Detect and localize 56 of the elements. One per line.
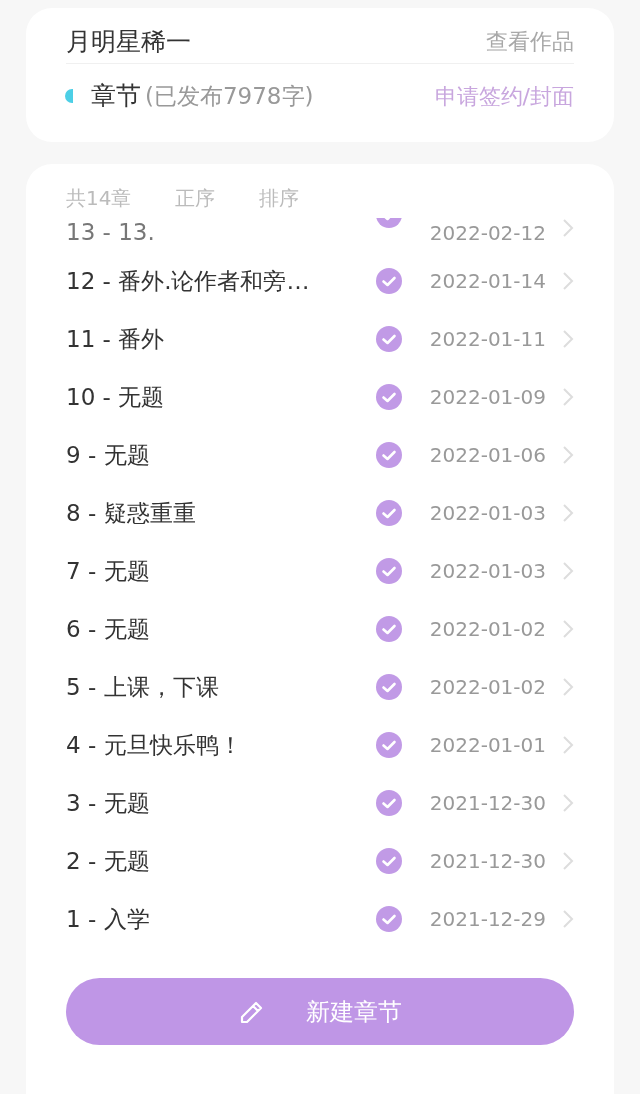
chevron-icon (562, 387, 574, 407)
chevron-icon (562, 561, 574, 581)
chapter-row[interactable]: 12 - 番外.论作者和旁… 2022-01-14 (66, 252, 574, 310)
author-name: 月明星稀一 (66, 25, 191, 58)
chapter-title: 5 - 上课，下课 (66, 672, 220, 702)
section-marker-icon (65, 89, 73, 103)
chapter-title: 10 - 无题 (66, 382, 166, 412)
chapter-row[interactable]: 8 - 疑惑重重 2022-01-03 (66, 484, 574, 542)
chapter-title: 6 - 无题 (66, 614, 151, 644)
chapter-date: 2022-02-12 (429, 220, 546, 247)
chapter-row[interactable]: 7 - 无题 2022-01-03 (66, 542, 574, 600)
chapter-date: 2022-01-03 (429, 558, 546, 585)
chevron-icon (562, 271, 574, 291)
chapter-title: 7 - 无题 (66, 556, 151, 586)
chapter-title: 11 - 番外 (66, 324, 166, 354)
chapter-row[interactable]: 13 - 13. 2022-02-12 (66, 218, 574, 252)
chapter-title: 2 - 无题 (66, 846, 151, 876)
chapter-title: 4 - 元旦快乐鸭！ (66, 730, 243, 760)
chapter-date: 2022-01-02 (429, 674, 546, 701)
chevron-icon (562, 619, 574, 639)
chapter-title: 8 - 疑惑重重 (66, 498, 197, 528)
chapter-title: 13 - 13. (66, 218, 156, 247)
chapter-date: 2022-01-09 (429, 384, 546, 411)
chevron-icon (562, 909, 574, 929)
chapter-title: 3 - 无题 (66, 788, 151, 818)
chapter-row[interactable]: 2 - 无题 2021-12-30 (66, 832, 574, 890)
chevron-icon (562, 851, 574, 871)
chapter-row[interactable]: 3 - 无题 2021-12-30 (66, 774, 574, 832)
chapter-date: 2022-01-11 (429, 326, 546, 353)
section-note: (已发布7978字) (145, 81, 314, 111)
chapter-date: 2022-01-02 (429, 616, 546, 643)
chevron-icon (562, 735, 574, 755)
chevron-icon (562, 445, 574, 465)
chapter-date: 2022-01-14 (429, 268, 546, 295)
chapter-row[interactable]: 11 - 番外 2022-01-11 (66, 310, 574, 368)
chapter-row[interactable]: 9 - 无题 2022-01-06 (66, 426, 574, 484)
chapter-row[interactable]: 5 - 上课，下课 2022-01-02 (66, 658, 574, 716)
chapter-date: 2021-12-29 (429, 906, 546, 933)
chapter-date: 2022-01-06 (429, 442, 546, 469)
chapter-title: 1 - 入学 (66, 904, 151, 934)
chapter-row[interactable]: 1 - 入学 2021-12-29 (66, 890, 574, 948)
chevron-icon (562, 503, 574, 523)
chevron-icon (562, 329, 574, 349)
chapter-row[interactable]: 6 - 无题 2022-01-02 (66, 600, 574, 658)
chapter-date: 2022-01-03 (429, 500, 546, 527)
chapter-row[interactable]: 4 - 元旦快乐鸭！ 2022-01-01 (66, 716, 574, 774)
chevron-icon (562, 218, 574, 238)
chapter-title: 12 - 番外.论作者和旁… (66, 266, 311, 296)
chevron-icon (562, 677, 574, 697)
chapter-date: 2021-12-30 (429, 848, 546, 875)
chapter-date: 2021-12-30 (429, 790, 546, 817)
chapter-row[interactable]: 10 - 无题 2022-01-09 (66, 368, 574, 426)
chevron-icon (562, 793, 574, 813)
chapter-title: 9 - 无题 (66, 440, 151, 470)
section-title: 章节 (91, 80, 141, 113)
chapter-date: 2022-01-01 (429, 732, 546, 759)
